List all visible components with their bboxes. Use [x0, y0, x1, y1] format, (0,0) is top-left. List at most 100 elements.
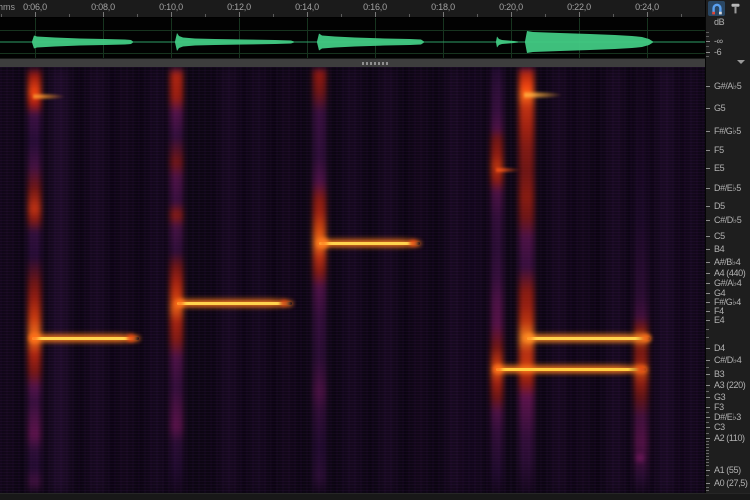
pitch-tick: [706, 249, 710, 250]
pitch-label: D5: [714, 201, 725, 211]
line-end-blob: [25, 330, 43, 346]
magnet-icon[interactable]: [708, 1, 725, 16]
spectral-spot: [632, 450, 648, 466]
pitch-tick: [706, 311, 710, 312]
pitch-label: C#/D♭4: [714, 355, 741, 365]
pitch-label: A1 (55): [714, 465, 741, 475]
harmonic-line: [494, 363, 648, 375]
pitch-label: A4 (440): [714, 268, 745, 278]
harmonic-line: [30, 332, 141, 344]
pitch-tick: [706, 320, 710, 321]
ruler-tick: [205, 14, 206, 17]
pitch-label: C#/D♭5: [714, 215, 741, 225]
spectral-flare: [33, 93, 65, 100]
ruler-tick: [69, 14, 70, 17]
pitch-label: E5: [714, 163, 724, 173]
pitch-label: A2 (110): [714, 433, 745, 443]
pin-icon[interactable]: [727, 1, 744, 16]
noise-band: [415, 67, 425, 493]
line-end-blob: [172, 296, 188, 310]
pitch-tick: [706, 108, 710, 109]
pitch-tick: [706, 438, 710, 439]
db-minor-tick: [706, 36, 709, 37]
spectral-streak: [313, 67, 326, 493]
noise-band: [608, 67, 622, 493]
pitch-minor-tick: [706, 337, 709, 338]
ruler-tick: [647, 12, 648, 17]
pitch-tick: [706, 293, 710, 294]
ruler-tick: [137, 14, 138, 17]
time-label: 0:18,0: [421, 2, 465, 12]
pitch-label: C3: [714, 422, 725, 432]
harmonic-line: [525, 332, 652, 344]
pitch-minor-tick: [706, 450, 709, 451]
time-label: 0:10,0: [149, 2, 193, 12]
pitch-minor-tick: [706, 490, 709, 491]
harmonic-line: [317, 237, 422, 249]
pitch-tick: [706, 262, 710, 263]
db-tick: [706, 41, 710, 42]
pitch-label: F5: [714, 145, 724, 155]
noise-band: [52, 67, 68, 493]
time-label: 0:16,0: [353, 2, 397, 12]
divider-grip-icon[interactable]: [362, 62, 390, 65]
ruler-tick: [477, 14, 478, 17]
db-minor-tick: [706, 32, 709, 33]
time-label: 0:20,0: [489, 2, 533, 12]
time-label: 0:24,0: [625, 2, 669, 12]
ruler-tick: [239, 12, 240, 17]
pitch-tick: [706, 407, 710, 408]
pitch-tick: [706, 220, 710, 221]
pitch-minor-tick: [706, 465, 709, 466]
pitch-minor-tick: [706, 447, 709, 448]
pitch-label: B4: [714, 244, 724, 254]
harmonic-line-glow: [30, 334, 141, 342]
ruler-tick: [273, 14, 274, 17]
waveform-blob: [525, 31, 653, 53]
spectrogram-panel[interactable]: [0, 67, 705, 493]
noise-band: [252, 67, 264, 493]
ruler-tick: [511, 12, 512, 17]
db-tick: [706, 52, 710, 53]
pitch-tick: [706, 283, 710, 284]
noise-band: [658, 67, 674, 493]
time-label: 0:08,0: [81, 2, 125, 12]
noise-band: [470, 67, 480, 493]
waveform-panel[interactable]: [0, 18, 705, 58]
pitch-tick: [706, 348, 710, 349]
pitch-tick: [706, 188, 710, 189]
ruler-tick: [409, 14, 410, 17]
pitch-minor-tick: [706, 487, 709, 488]
timeline-ruler[interactable]: hms0:06,00:08,00:10,00:12,00:14,00:16,00…: [0, 0, 705, 18]
ruler-tick: [375, 12, 376, 17]
pitch-minor-tick: [706, 453, 709, 454]
ruler-tick: [579, 12, 580, 17]
pitch-minor-tick: [706, 412, 709, 413]
bottom-bar: [0, 493, 750, 500]
waveform-blob: [496, 37, 518, 48]
pitch-tick: [706, 397, 710, 398]
line-end-blob: [313, 234, 333, 252]
line-end-blob: [520, 330, 538, 346]
harmonic-line-core: [32, 337, 139, 340]
pitch-minor-tick: [706, 462, 709, 463]
spectrogram-texture: [0, 67, 705, 493]
pitch-label: A3 (220): [714, 380, 745, 390]
pitch-minor-tick: [706, 391, 709, 392]
harmonic-line-core: [319, 242, 420, 245]
db-minor-tick: [706, 46, 709, 47]
scale-menu-arrow-icon[interactable]: [737, 60, 745, 64]
db-label: -6: [714, 47, 721, 57]
pitch-tick: [706, 374, 710, 375]
db-minor-tick: [706, 56, 709, 57]
pitch-tick: [706, 417, 710, 418]
pitch-label: D#/E♭5: [714, 183, 741, 193]
noise-band: [2, 67, 12, 493]
noise-band: [150, 67, 162, 493]
pitch-label: A#/B♭4: [714, 257, 740, 267]
spectrogram-texture: [0, 67, 705, 493]
pitch-minor-tick: [706, 475, 709, 476]
pitch-tick: [706, 483, 710, 484]
noise-band: [448, 67, 462, 493]
db-label: -∞: [714, 36, 723, 46]
